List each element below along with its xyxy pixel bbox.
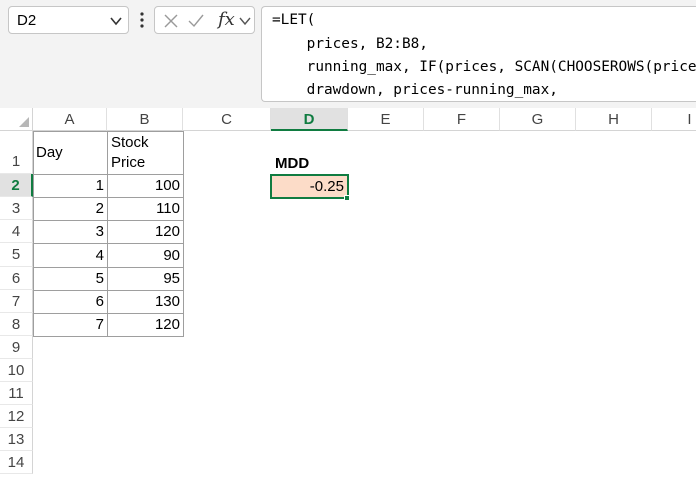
cell-b1[interactable]: Stock Price: [107, 131, 184, 175]
column-header-b[interactable]: B: [107, 108, 183, 131]
column-header-i[interactable]: I: [652, 108, 696, 131]
row-header-7[interactable]: 7: [0, 290, 33, 313]
header-price-line1: Stock: [111, 134, 149, 151]
cancel-icon[interactable]: [163, 13, 179, 29]
select-all-button[interactable]: [0, 108, 33, 131]
row-header-2[interactable]: 2: [0, 174, 33, 197]
insert-function-icon[interactable]: fx: [218, 9, 235, 30]
row-header-8[interactable]: 8: [0, 313, 33, 336]
mdd-label[interactable]: MDD: [275, 154, 309, 174]
column-header-h[interactable]: H: [576, 108, 652, 131]
column-header-g[interactable]: G: [500, 108, 576, 131]
row-header-6[interactable]: 6: [0, 267, 33, 290]
chevron-down-icon[interactable]: [239, 16, 251, 26]
row-header-9[interactable]: 9: [0, 336, 33, 359]
formula-line-2: prices, B2:B8,: [272, 36, 428, 52]
formula-line-4: drawdown, prices-running_max,: [272, 82, 558, 98]
mdd-result-cell[interactable]: -0.25: [270, 174, 349, 199]
formula-line-1: =LET(: [272, 12, 316, 28]
row-header-3[interactable]: 3: [0, 197, 33, 220]
cell-b3[interactable]: 110: [107, 197, 184, 221]
row-header-10[interactable]: 10: [0, 359, 33, 382]
formula-input[interactable]: =LET( prices, B2:B8, running_max, IF(pri…: [261, 6, 696, 102]
cell-b5[interactable]: 90: [107, 243, 184, 268]
formula-controls: fx: [154, 6, 255, 34]
row-header-14[interactable]: 14: [0, 451, 33, 474]
cell-a7[interactable]: 6: [33, 290, 108, 314]
row-header-13[interactable]: 13: [0, 428, 33, 451]
header-price-line2: Price: [111, 154, 146, 171]
row-header-11[interactable]: 11: [0, 382, 33, 405]
name-box[interactable]: D2: [8, 6, 129, 34]
name-box-value: D2: [17, 12, 37, 29]
column-header-e[interactable]: E: [348, 108, 424, 131]
spreadsheet-grid: A B C D E F G H I 1 2 3 4 5 6 7 8 9 10 1…: [0, 108, 696, 488]
cell-a6[interactable]: 5: [33, 267, 108, 291]
formula-bar-area: D2 fx =LET( prices, B2:B8, running_max, …: [0, 0, 696, 108]
select-all-triangle-icon: [19, 117, 29, 127]
cell-b8[interactable]: 120: [107, 313, 184, 337]
cell-b7[interactable]: 130: [107, 290, 184, 314]
row-header-12[interactable]: 12: [0, 405, 33, 428]
formula-line-3: running_max, IF(prices, SCAN(CHOOSEROWS(…: [272, 59, 696, 75]
cell-a1[interactable]: Day: [33, 131, 108, 175]
row-header-1[interactable]: 1: [0, 131, 33, 174]
cell-a2[interactable]: 1: [33, 174, 108, 198]
cell-a5[interactable]: 4: [33, 243, 108, 268]
header-day: Day: [36, 144, 63, 161]
cell-a3[interactable]: 2: [33, 197, 108, 221]
column-header-a[interactable]: A: [33, 108, 107, 131]
cell-a4[interactable]: 3: [33, 220, 108, 244]
fill-handle[interactable]: [344, 195, 350, 201]
cell-b4[interactable]: 120: [107, 220, 184, 244]
row-header-5[interactable]: 5: [0, 243, 33, 267]
column-header-d[interactable]: D: [271, 108, 348, 131]
chevron-down-icon[interactable]: [109, 14, 123, 28]
column-header-c[interactable]: C: [183, 108, 271, 131]
column-header-f[interactable]: F: [424, 108, 500, 131]
cell-a8[interactable]: 7: [33, 313, 108, 337]
cell-b2[interactable]: 100: [107, 174, 184, 198]
enter-check-icon[interactable]: [187, 13, 205, 29]
row-header-4[interactable]: 4: [0, 220, 33, 243]
cell-b6[interactable]: 95: [107, 267, 184, 291]
more-options-icon[interactable]: [139, 11, 145, 29]
